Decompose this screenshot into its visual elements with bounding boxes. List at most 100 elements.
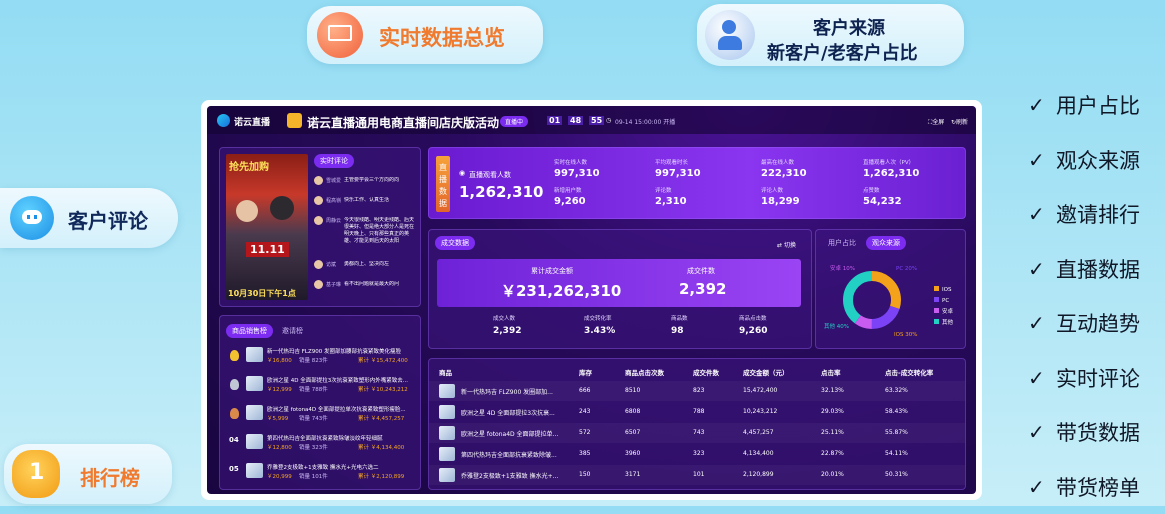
product-total: 累计 ￥2,120,899 <box>358 472 404 480</box>
tab-audience-source[interactable]: 观众来源 <box>866 236 906 250</box>
ranking-item[interactable]: 新一代热玛吉 FLZ900 发圈部加腰部抗衰紧致美化瘦脸￥16,800销量 82… <box>220 344 420 372</box>
switch-icon: ⇄ <box>777 242 784 249</box>
column-header: 点击-成交转化率 <box>885 367 933 377</box>
legend-label: PC <box>942 298 949 304</box>
total-amount-label: 累计成交金额 <box>531 266 573 276</box>
table-cell: 323 <box>693 450 704 457</box>
table-cell: 4,457,257 <box>743 429 774 436</box>
ranking-panel: 商品销售榜 邀请榜 新一代热玛吉 FLZ900 发圈部加腰部抗衰紧致美化瘦脸￥1… <box>219 315 421 490</box>
ranking-item[interactable]: 欧洲之星 fotona4D 全面部提拉单次抗衰紧致塑形瘦脸...￥5,999销量… <box>220 402 420 430</box>
product-thumbnail <box>439 426 455 440</box>
check-icon: ✓ <box>1028 366 1056 390</box>
feature-item: ✓观众来源 <box>1028 133 1140 188</box>
column-header: 成交金额（元） <box>743 367 789 377</box>
check-icon: ✓ <box>1028 93 1056 117</box>
fullscreen-button[interactable]: ⛶全屏 <box>928 117 944 127</box>
comment-author: 程高嶺 <box>326 197 341 204</box>
live-video[interactable]: 抢先加购 11.11 10月30日下午1点 <box>226 154 308 300</box>
product-sales: 销量 323件 <box>299 443 328 451</box>
realtime-overview-pill[interactable]: 实时数据总览 <box>307 6 543 64</box>
deal-stat-value: 2,392 <box>493 326 521 336</box>
legend-swatch <box>934 286 939 291</box>
tab-user-share[interactable]: 用户占比 <box>822 236 862 250</box>
deal-count-label: 成交件数 <box>687 266 715 276</box>
viewers-label: 直播观看人数 <box>469 170 511 180</box>
cell-product: 新一代热玛吉 FLZ900 发圈部加... <box>461 387 573 396</box>
legend-label: IOS <box>942 287 952 293</box>
live-panel: 抢先加购 11.11 10月30日下午1点 实时评论 雪城爱主管要学会三个方向的… <box>219 147 421 307</box>
deal-stat-value: 9,260 <box>739 326 767 336</box>
user-share-panel: 用户占比 观众来源 IOS 30%IOSPC 20%PC安卓 10%安卓其他 4… <box>815 229 966 349</box>
comment-list: 雪城爱主管要学会三个方向的向程高嶺快乐工作、认真生活周静云今天很残酷、明天更残酷… <box>314 176 418 302</box>
logo-icon <box>217 114 230 127</box>
table-row[interactable]: 新一代热玛吉 FLZ900 发圈部加...666851082315,472,40… <box>429 381 965 401</box>
table-row[interactable]: 欧洲之星 4D 全面部提拉3次抗衰...243680878810,243,212… <box>429 402 965 422</box>
feature-label: 实时评论 <box>1056 363 1140 393</box>
customer-source-pill[interactable]: 客户来源 新客户/老客户占比 <box>697 4 964 66</box>
product-total: 累计 ￥4,134,400 <box>358 443 404 451</box>
table-cell: 54.11% <box>885 450 908 457</box>
table-row[interactable]: 第四代热玛吉全面部抗衰紧致除皱...38539603234,134,40022.… <box>429 444 965 464</box>
medal-icon <box>230 379 239 390</box>
feature-label: 邀请排行 <box>1056 199 1140 229</box>
table-row[interactable]: 乔雅登2支极致+1支雅致 撫水光+...15031711012,120,8992… <box>429 465 965 485</box>
avatar <box>314 280 323 289</box>
deal-count-value: 2,392 <box>679 280 726 298</box>
eye-icon: ◉ <box>459 169 465 177</box>
feature-item: ✓邀请排行 <box>1028 187 1140 242</box>
realtime-overview-label: 实时数据总览 <box>379 22 505 52</box>
switch-button[interactable]: ⇄ 切换 <box>777 240 796 249</box>
product-name: 第四代热玛吉全面部抗衰紧致除皱淡纹年轻细腻 <box>267 434 415 442</box>
legend-swatch <box>934 319 939 324</box>
table-cell: 572 <box>579 429 590 436</box>
product-total: 累计 ￥15,472,400 <box>358 356 408 364</box>
product-price: ￥12,800 <box>267 443 292 451</box>
column-header: 点击率 <box>821 367 841 377</box>
column-header: 商品 <box>439 367 452 377</box>
product-name: 欧洲之星 4D 全面部提拉3次抗衰紧致塑形内外嘴紧致去... <box>267 376 415 384</box>
table-cell: 4,134,400 <box>743 450 774 457</box>
host-right <box>270 196 294 220</box>
stat-value: 1,262,310 <box>863 168 919 179</box>
video-date-text: 10月30日下午1点 <box>228 288 296 299</box>
dashboard-frame: 诺云直播 诺云直播通用电商直播间店庆版活动 直播中 01 48 55 ◷ 09-… <box>201 100 982 500</box>
product-thumbnail <box>439 447 455 461</box>
product-thumbnail <box>246 376 263 391</box>
feature-item: ✓直播数据 <box>1028 242 1140 297</box>
table-cell: 63.32% <box>885 387 908 394</box>
comment-author: 基子琳 <box>326 281 341 288</box>
ranking-label: 排行榜 <box>80 462 140 491</box>
ranking-item[interactable]: 欧洲之星 4D 全面部提拉3次抗衰紧致塑形内外嘴紧致去...￥12,999销量 … <box>220 373 420 401</box>
deals-panel: 成交数据 ⇄ 切换 累计成交金额 ￥231,262,310 成交件数 2,392… <box>428 229 812 349</box>
feature-label: 带货榜单 <box>1056 472 1140 502</box>
ranking-item[interactable]: 04第四代热玛吉全面部抗衰紧致除皱淡纹年轻细腻￥12,800销量 323件累计 … <box>220 431 420 459</box>
feature-label: 用户占比 <box>1056 90 1140 120</box>
table-cell: 20.01% <box>821 471 844 478</box>
refresh-button[interactable]: ↻刷新 <box>951 117 968 126</box>
check-icon: ✓ <box>1028 311 1056 335</box>
tab-invite-ranking[interactable]: 邀请榜 <box>276 324 309 338</box>
comments-tab[interactable]: 实时评论 <box>314 154 354 168</box>
table-cell: 10,243,212 <box>743 408 777 415</box>
deal-stat-label: 商品点击数 <box>739 314 767 322</box>
cell-product: 欧洲之星 4D 全面部提拉3次抗衰... <box>461 408 573 417</box>
deals-tab[interactable]: 成交数据 <box>435 236 475 250</box>
countdown-minutes: 48 <box>568 116 583 125</box>
comment-author: 雪城爱 <box>326 177 341 184</box>
product-name: 乔雅登2支极致+1支雅致 撫水光+光电六选二 <box>267 463 415 471</box>
slice-label: 其他 40% <box>824 322 849 330</box>
feature-label: 互动趋势 <box>1056 308 1140 338</box>
table-cell: 385 <box>579 450 590 457</box>
table-row[interactable]: 欧洲之星 fotona4D 全面部提拉单...57265077434,457,2… <box>429 423 965 443</box>
customer-comments-pill[interactable]: 客户评论 <box>0 188 178 248</box>
product-sales: 销量 823件 <box>299 356 328 364</box>
ranking-item[interactable]: 05乔雅登2支极致+1支雅致 撫水光+光电六选二￥20,999销量 101件累计… <box>220 460 420 488</box>
page-title: 诺云直播通用电商直播间店庆版活动 <box>307 114 499 131</box>
stat-value: 18,299 <box>761 196 800 207</box>
medal-icon <box>230 350 239 361</box>
live-data-panel: 直播数据 ◉ 直播观看人数 1,262,310 实时在线人数997,310平均观… <box>428 147 966 219</box>
feature-item: ✓互动趋势 <box>1028 296 1140 351</box>
comment-text: 快乐工作、认真生活 <box>344 197 416 204</box>
ranking-pill[interactable]: 1 排行榜 <box>4 444 172 504</box>
tab-sales-ranking[interactable]: 商品销售榜 <box>226 324 273 338</box>
